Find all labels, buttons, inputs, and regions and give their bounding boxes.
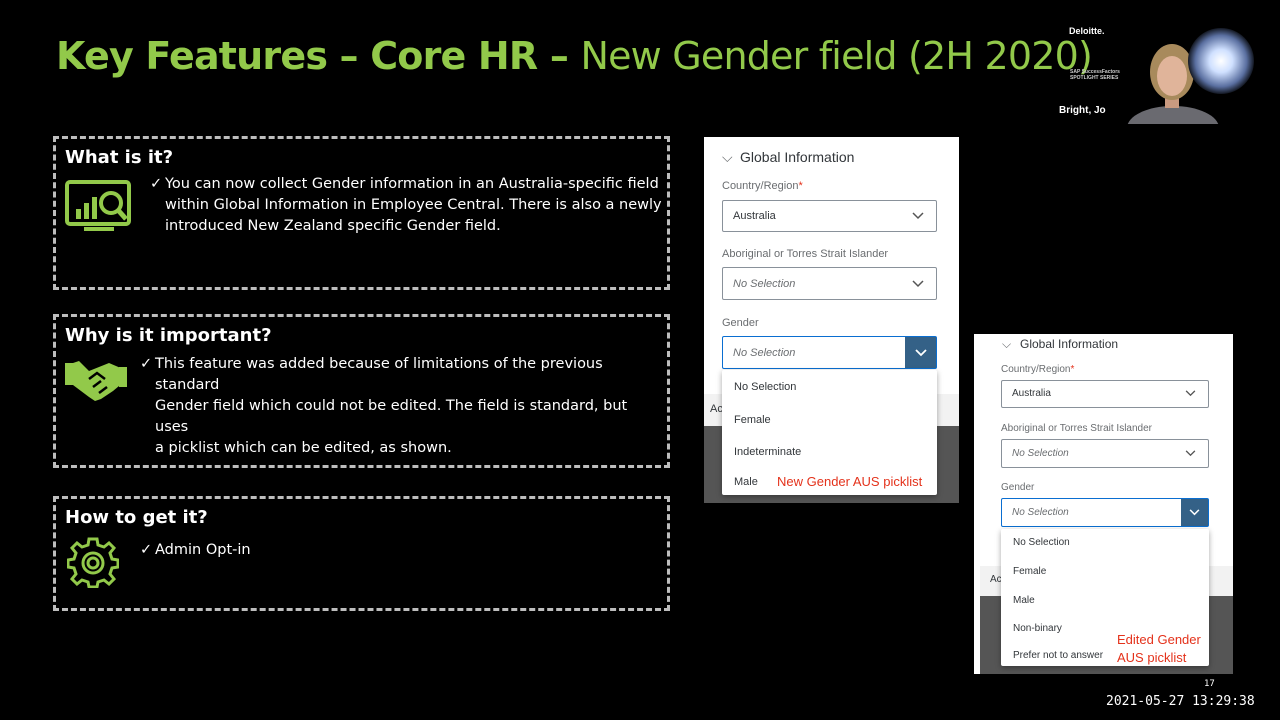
panel-how-to-get: How to get it? ✓ Admin Opt-in	[53, 496, 670, 611]
list-item[interactable]: Female	[1013, 566, 1046, 577]
speaker-name: Bright, Jo	[1059, 105, 1106, 116]
slide-title-main: Key Features – Core HR –	[56, 34, 581, 78]
dropdown-toggle-button[interactable]	[1181, 499, 1208, 526]
chevron-down-icon	[1189, 509, 1200, 516]
gender-select[interactable]: No Selection	[1001, 498, 1209, 527]
section-header[interactable]: ⌵ Global Information	[1002, 337, 1118, 352]
slide-title: Key Features – Core HR – New Gender fiel…	[56, 34, 1093, 78]
list-item[interactable]: Male	[1013, 595, 1035, 606]
analytics-magnifier-icon	[64, 179, 134, 235]
list-item[interactable]: No Selection	[734, 381, 796, 393]
panel-body: ✓ Admin Opt-in	[140, 540, 555, 561]
panel-line: Admin Opt-in	[155, 542, 251, 558]
aboriginal-select[interactable]: No Selection	[722, 267, 937, 300]
chevron-down-icon	[1185, 448, 1196, 460]
aboriginal-label: Aboriginal or Torres Strait Islander	[722, 248, 889, 260]
panel-body: ✓ This feature was added because of limi…	[140, 354, 665, 459]
chevron-down-icon	[1185, 388, 1196, 400]
section-title: Global Information	[1020, 337, 1119, 351]
aboriginal-value: No Selection	[733, 278, 796, 290]
aboriginal-select[interactable]: No Selection	[1001, 439, 1209, 468]
gear-icon	[66, 536, 120, 589]
gender-value: No Selection	[733, 347, 796, 359]
series-logo: SAP SuccessFactors SPOTLIGHT SERIES	[1070, 69, 1120, 81]
panel-heading: Why is it important?	[65, 325, 272, 346]
chevron-down-icon: ⌵	[1002, 337, 1012, 351]
list-item[interactable]: Male	[734, 476, 758, 488]
gender-dropdown-list: No Selection Female Male Non-binary Pref…	[1001, 529, 1209, 666]
speaker-video: Deloitte. SAP SuccessFactors SPOTLIGHT S…	[1050, 14, 1260, 124]
gender-value: No Selection	[1012, 507, 1069, 518]
handshake-icon	[65, 357, 127, 403]
panel-why-important: Why is it important? ✓ This feature was …	[53, 314, 670, 468]
panel-line: You can now collect Gender information i…	[165, 176, 659, 192]
gender-label: Gender	[1001, 482, 1035, 493]
list-item[interactable]: No Selection	[1013, 537, 1070, 548]
section-header[interactable]: ⌵ Global Information	[722, 149, 854, 166]
chevron-down-icon	[912, 277, 924, 291]
checkmark-icon: ✓	[140, 356, 153, 372]
required-mark: *	[1070, 364, 1075, 375]
slide-title-sub: New Gender field (2H 2020)	[580, 34, 1092, 78]
required-mark: *	[798, 180, 803, 192]
panel-line: This feature was added because of limita…	[155, 356, 603, 393]
panel-what-is-it: What is it? ✓ You can now collect Gender…	[53, 136, 670, 290]
chevron-down-icon	[912, 209, 924, 223]
country-label: Country/Region*	[722, 180, 803, 192]
country-value: Australia	[1012, 388, 1051, 399]
chevron-down-icon	[914, 348, 927, 356]
country-label: Country/Region*	[1001, 364, 1075, 375]
panel-heading: What is it?	[65, 147, 174, 168]
checkmark-icon: ✓	[150, 176, 163, 192]
dropdown-toggle-button[interactable]	[905, 337, 936, 368]
picklist-caption: New Gender AUS picklist	[777, 474, 923, 489]
country-select[interactable]: Australia	[722, 200, 937, 232]
panel-line: introduced New Zealand specific Gender f…	[165, 218, 501, 234]
gender-dropdown-list: No Selection Female Indeterminate Male N…	[722, 370, 937, 495]
form-edited-gender-screenshot: ⌵ Global Information Country/Region* Aust…	[974, 334, 1233, 674]
section-title: Global Information	[740, 149, 855, 165]
page-number: 17	[1204, 679, 1215, 689]
aboriginal-value: No Selection	[1012, 448, 1069, 459]
footer-button-text[interactable]: Ac	[990, 574, 1002, 585]
chevron-down-icon: ⌵	[722, 149, 733, 165]
gender-select[interactable]: No Selection	[722, 336, 937, 369]
list-item[interactable]: Prefer not to answer	[1013, 650, 1103, 661]
panel-line: a picklist which can be edited, as shown…	[155, 440, 452, 456]
aboriginal-label: Aboriginal or Torres Strait Islander	[1001, 423, 1152, 434]
list-item[interactable]: Indeterminate	[734, 446, 801, 458]
country-value: Australia	[733, 210, 776, 222]
form-new-gender-screenshot: ⌵ Global Information Country/Region* Aust…	[704, 137, 959, 503]
panel-line: Gender field which could not be edited. …	[155, 398, 628, 435]
panel-body: ✓ You can now collect Gender information…	[150, 174, 665, 237]
panel-line: within Global Information in Employee Ce…	[165, 197, 662, 213]
deloitte-logo: Deloitte.	[1069, 26, 1105, 36]
list-item[interactable]: Non-binary	[1013, 623, 1062, 634]
list-item[interactable]: Female	[734, 414, 771, 426]
checkmark-icon: ✓	[140, 542, 153, 558]
gender-label: Gender	[722, 317, 759, 329]
country-select[interactable]: Australia	[1001, 380, 1209, 408]
panel-heading: How to get it?	[65, 507, 208, 528]
picklist-caption: Edited Gender AUS picklist	[1117, 632, 1201, 665]
footer-button-text[interactable]: Ac	[710, 403, 723, 415]
spotlight-burst-graphic	[1188, 28, 1254, 94]
video-timestamp: 2021-05-27 13:29:38	[1106, 694, 1255, 709]
